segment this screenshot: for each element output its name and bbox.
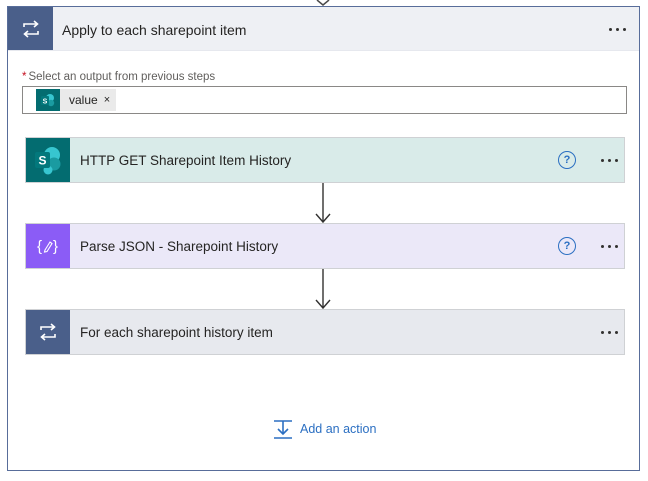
select-output-label: * Select an output from previous steps bbox=[22, 71, 215, 83]
token-remove-button[interactable]: × bbox=[104, 94, 116, 106]
add-action-icon bbox=[274, 420, 292, 439]
apply-to-each-container: Apply to each sharepoint item * Select an… bbox=[7, 6, 640, 471]
for-each-history-step[interactable]: For each sharepoint history item bbox=[25, 309, 625, 355]
loop-icon bbox=[26, 310, 70, 354]
value-token[interactable]: S value × bbox=[36, 89, 117, 111]
token-label: value bbox=[69, 93, 98, 107]
required-marker: * bbox=[22, 71, 27, 83]
svg-text:}: } bbox=[53, 238, 58, 255]
select-output-input[interactable]: S value × bbox=[22, 86, 627, 114]
step-title: Parse JSON - Sharepoint History bbox=[80, 239, 279, 254]
step-more-button[interactable] bbox=[597, 148, 621, 172]
step-more-button[interactable] bbox=[597, 234, 621, 258]
svg-text:S: S bbox=[43, 99, 48, 106]
add-an-action-button[interactable]: Add an action bbox=[272, 417, 376, 441]
step-title: For each sharepoint history item bbox=[80, 325, 273, 340]
parse-json-icon: { } bbox=[26, 224, 70, 268]
help-icon[interactable]: ? bbox=[558, 151, 576, 169]
select-output-label-text: Select an output from previous steps bbox=[28, 71, 216, 83]
svg-text:{: { bbox=[37, 238, 42, 255]
connector-arrow bbox=[315, 269, 331, 310]
svg-text:S: S bbox=[38, 154, 46, 168]
connector-arrow bbox=[315, 183, 331, 224]
step-title: HTTP GET Sharepoint Item History bbox=[80, 153, 292, 168]
sharepoint-icon: S bbox=[26, 138, 70, 182]
loop-icon bbox=[8, 7, 53, 50]
apply-to-each-more-button[interactable] bbox=[605, 17, 629, 41]
parse-json-step[interactable]: { } Parse JSON - Sharepoint History ? bbox=[25, 223, 625, 269]
help-icon[interactable]: ? bbox=[558, 237, 576, 255]
sharepoint-icon: S bbox=[36, 89, 60, 111]
add-an-action-label: Add an action bbox=[300, 422, 377, 436]
step-more-button[interactable] bbox=[597, 320, 621, 344]
apply-to-each-title: Apply to each sharepoint item bbox=[62, 22, 247, 38]
http-get-sharepoint-step[interactable]: S HTTP GET Sharepoint Item History ? bbox=[25, 137, 625, 183]
apply-to-each-header[interactable]: Apply to each sharepoint item bbox=[8, 7, 639, 51]
